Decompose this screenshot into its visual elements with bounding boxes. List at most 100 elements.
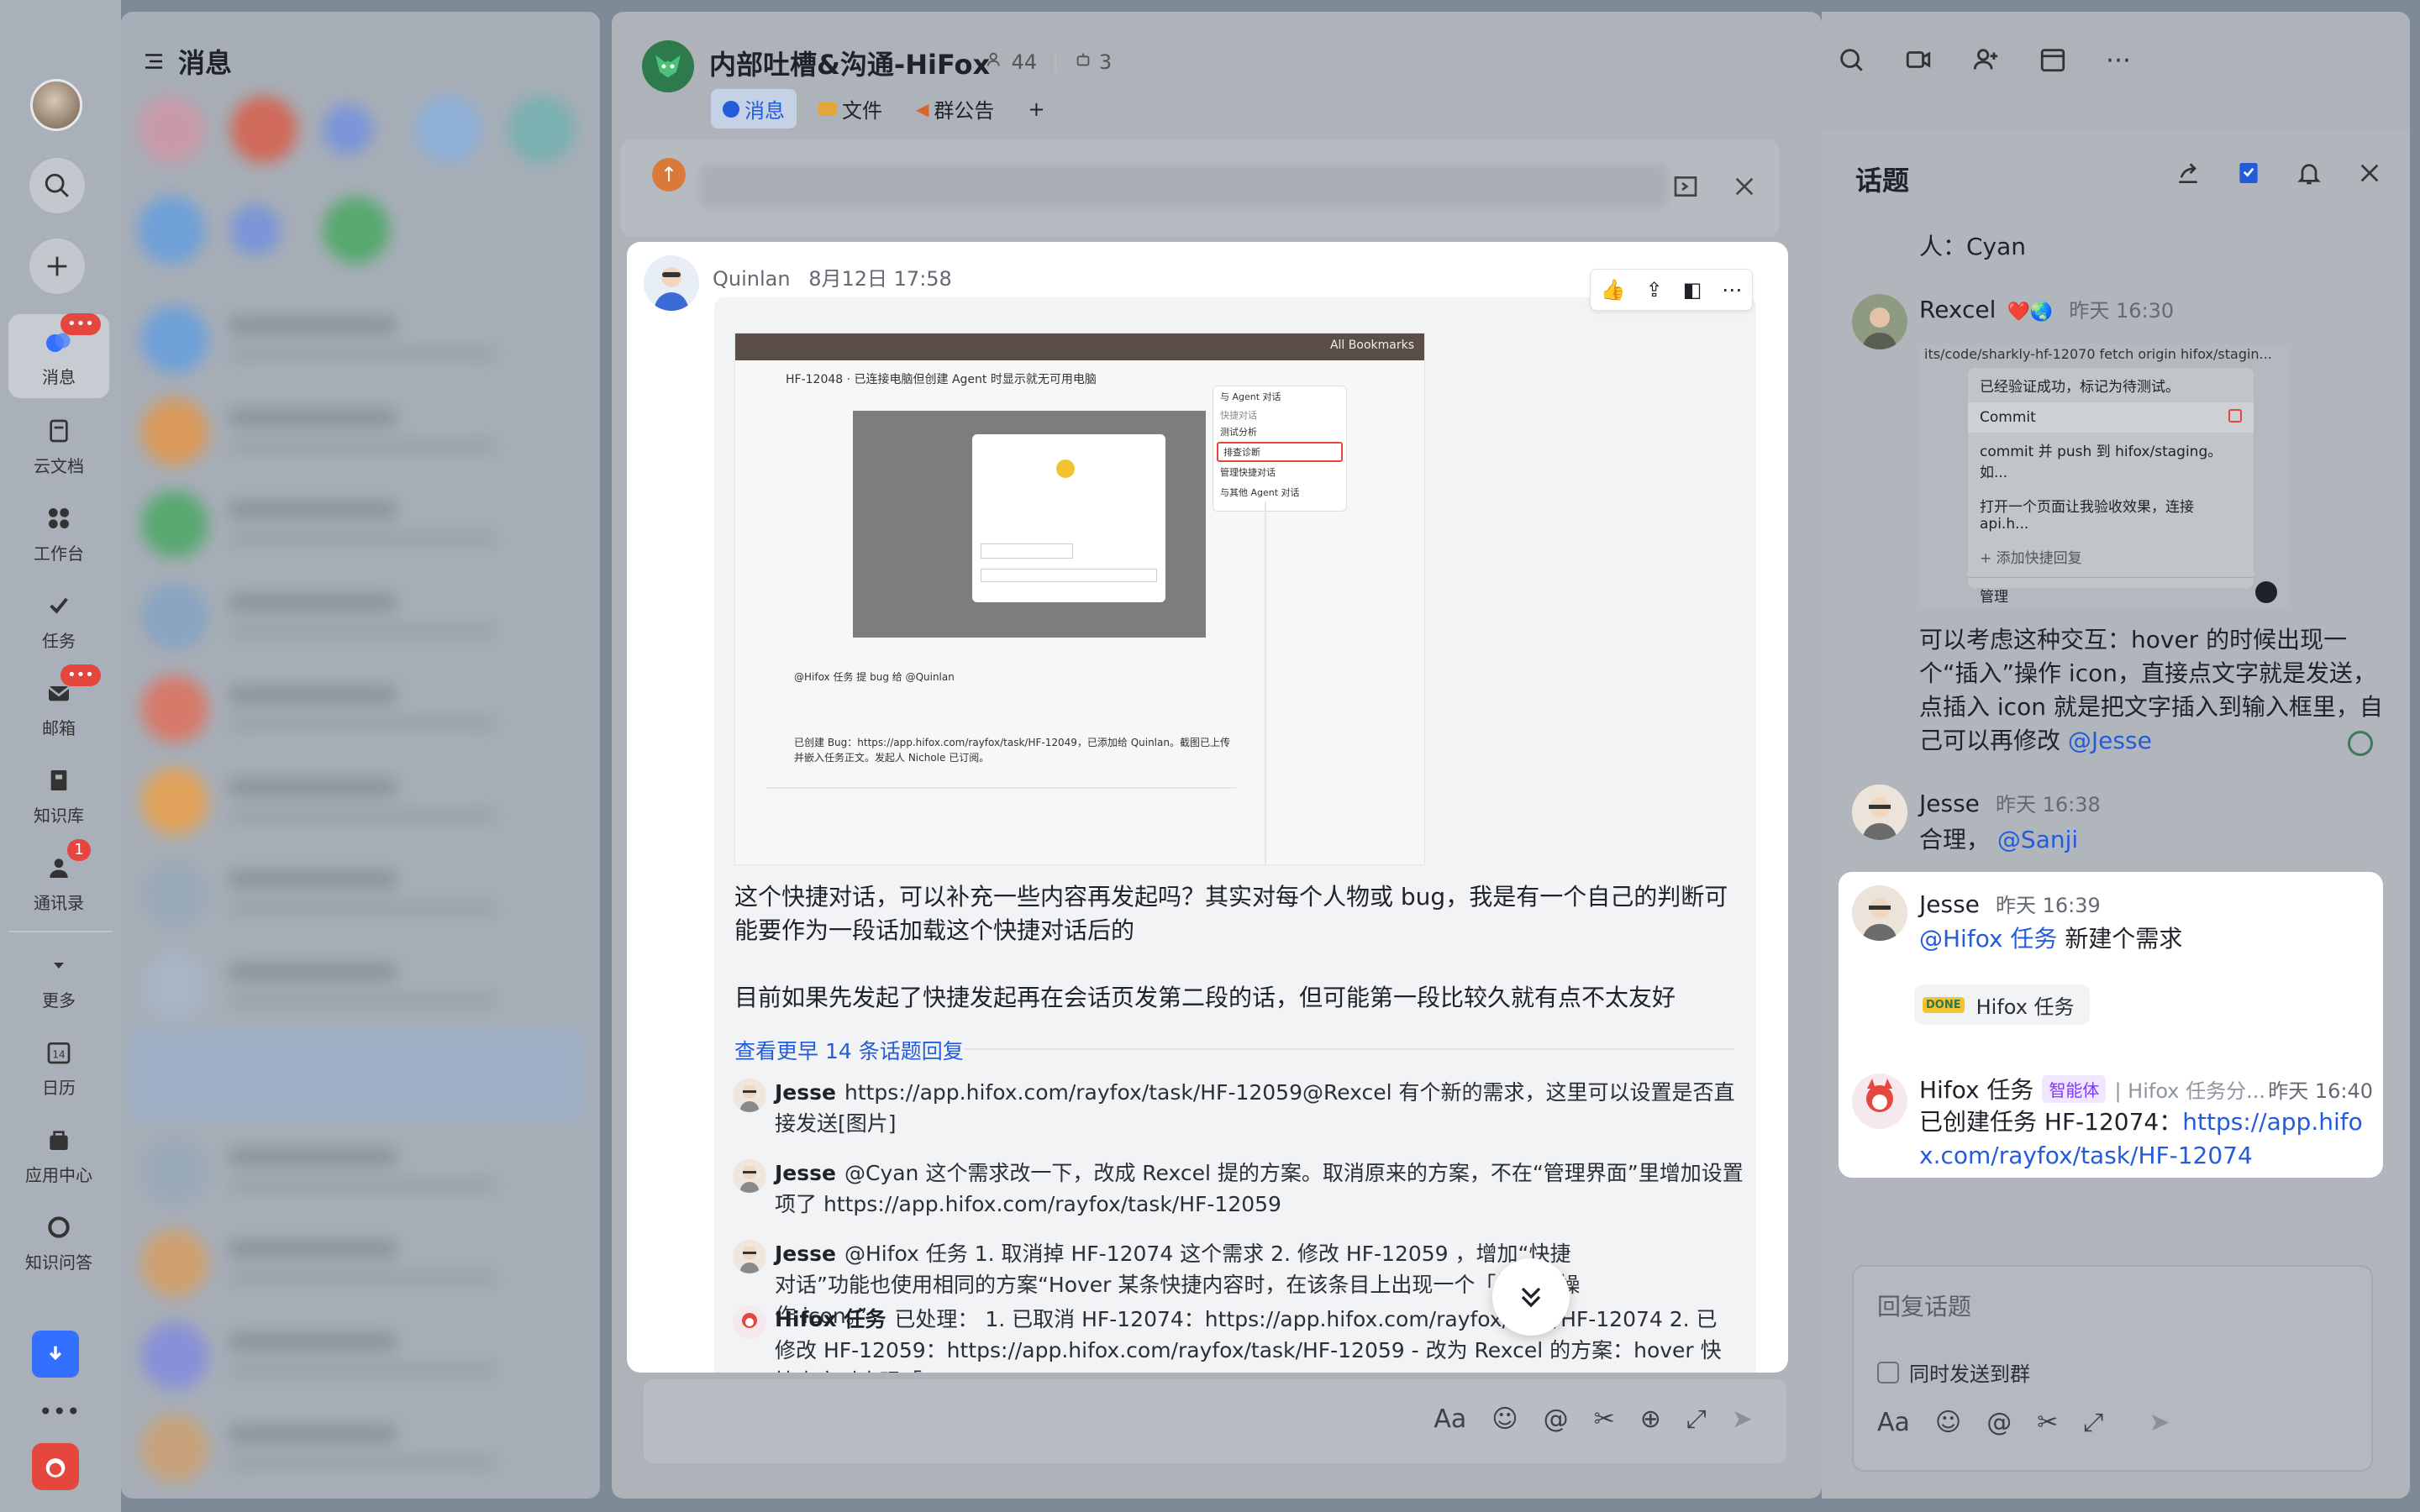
- rail-item-qa[interactable]: 知识问答: [8, 1200, 109, 1284]
- author-name[interactable]: Hifox 任务: [1919, 1072, 2033, 1105]
- pinned-message-bar[interactable]: ↑: [620, 139, 1780, 237]
- rail-item-messages[interactable]: ••• 消息: [8, 312, 109, 398]
- send-icon[interactable]: ➤: [1732, 1404, 1753, 1434]
- close-topic-icon[interactable]: [2356, 160, 2383, 190]
- view-earlier-replies-link[interactable]: 查看更早 14 条话题回复: [734, 1035, 964, 1065]
- screenshot-tab-title: HF-12048 · 已连接电脑但创建 Agent 时显示就无可用电脑: [786, 373, 1097, 386]
- mention-jesse[interactable]: @Jesse: [2068, 727, 2152, 754]
- rail-item-tasks[interactable]: 任务: [8, 578, 109, 662]
- rail-item-app-center[interactable]: 应用中心: [8, 1112, 109, 1196]
- rail-item-workbench[interactable]: 工作台: [8, 491, 109, 575]
- rail-item-more[interactable]: 更多: [8, 937, 109, 1021]
- close-pinned-icon[interactable]: [1731, 173, 1758, 203]
- search-button[interactable]: [29, 158, 85, 213]
- format-text-icon[interactable]: Aa: [1877, 1408, 1910, 1437]
- emoji-icon[interactable]: ☺: [1491, 1404, 1518, 1434]
- message-time: 8月12日 17:58: [808, 267, 952, 291]
- checkbox-icon[interactable]: [1877, 1361, 1899, 1383]
- attached-screenshot[interactable]: All Bookmarks HF-12048 · 已连接电脑但创建 Agent …: [734, 333, 1425, 865]
- scissors-icon[interactable]: ✂: [2037, 1408, 2058, 1437]
- group-avatar[interactable]: [642, 40, 694, 92]
- thread-reply[interactable]: Hifox 任务 已处理： 1. 已取消 HF-12074：https://app…: [733, 1304, 1733, 1373]
- author-name[interactable]: Jesse: [1919, 890, 1980, 918]
- bell-icon[interactable]: [2296, 160, 2323, 190]
- quinlan-avatar[interactable]: [644, 255, 699, 311]
- rexcel-avatar[interactable]: [1852, 294, 1907, 349]
- expand-pinned-icon[interactable]: [1672, 173, 1699, 203]
- fox-logo-icon: [655, 55, 681, 78]
- scissors-icon[interactable]: ✂: [1594, 1404, 1615, 1434]
- jesse-avatar[interactable]: [1852, 785, 1907, 840]
- format-text-icon[interactable]: Aa: [1434, 1404, 1466, 1434]
- topic-partial-text: 人：Cyan: [1919, 233, 2027, 260]
- share-icon[interactable]: ⇪: [1646, 278, 1663, 302]
- expand-icon[interactable]: ⤢: [1686, 1404, 1707, 1434]
- reply-topic-placeholder[interactable]: 回复话题: [1877, 1289, 1971, 1322]
- menu-icon[interactable]: [141, 49, 166, 74]
- bookmark-icon[interactable]: [2235, 160, 2262, 190]
- hifox-task-chip[interactable]: DONE Hifox 任务: [1914, 984, 2090, 1025]
- screenshot-agent-menu: 与 Agent 对话 快捷对话 测试分析 排查诊断 管理快捷对话 与其他 Age…: [1213, 386, 1347, 512]
- mention-icon[interactable]: @: [1544, 1404, 1569, 1434]
- send-icon[interactable]: ➤: [2149, 1408, 2170, 1437]
- thread-reply[interactable]: Jesse https://app.hifox.com/rayfox/task/H…: [733, 1077, 1749, 1139]
- scroll-to-bottom-button[interactable]: [1492, 1258, 1570, 1336]
- mention-sanji[interactable]: @Sanji: [1997, 826, 2078, 853]
- rail-item-docs[interactable]: 云文档: [8, 403, 109, 487]
- calendar-chat-icon[interactable]: [2039, 45, 2067, 77]
- mention-hifox-task[interactable]: @Hifox 任务: [1919, 925, 2057, 953]
- send-to-group-checkbox[interactable]: 同时发送到群: [1877, 1357, 2030, 1387]
- tab-announcements[interactable]: ◀ 群公告: [904, 89, 1006, 129]
- highlighted-topic-messages: Jesse 昨天 16:39 @Hifox 任务 新建个需求 DONE Hifo…: [1839, 872, 2383, 1178]
- doc-icon: [42, 414, 76, 448]
- add-tab-button[interactable]: +: [1016, 92, 1056, 126]
- rexcel-image[interactable]: its/code/sharkly-hf-12070 fetch origin h…: [1919, 344, 2289, 610]
- more-apps-icon[interactable]: •••: [39, 1398, 81, 1425]
- author-name[interactable]: Rexcel: [1919, 296, 1996, 323]
- share-topic-icon[interactable]: [2175, 160, 2202, 190]
- plus-icon: [47, 256, 67, 276]
- add-member-icon[interactable]: [1971, 45, 2000, 77]
- app-logo[interactable]: [32, 1443, 79, 1490]
- reply-icon[interactable]: ◧: [1683, 278, 1702, 302]
- message-text: 这个快捷对话，可以补充一些内容再发起吗？其实对每个人物或 bug，我是有一个自己…: [734, 880, 1743, 1015]
- chat-header: 内部吐槽&沟通-HiFox 44 | 3 消息 文件 ◀ 群公告 +: [612, 12, 1822, 129]
- tab-files[interactable]: 文件: [807, 89, 894, 129]
- add-circle-icon[interactable]: ⊕: [1640, 1404, 1661, 1434]
- bots-count[interactable]: 3: [1074, 50, 1112, 74]
- author-name[interactable]: Jesse: [1919, 790, 1980, 817]
- thread-reply[interactable]: Jesse @Cyan 这个需求改一下，改成 Rexcel 提的方案。取消原来的方…: [733, 1158, 1749, 1220]
- download-button[interactable]: [32, 1331, 79, 1378]
- author-name[interactable]: Quinlan: [713, 267, 791, 291]
- mention-icon[interactable]: @: [1986, 1408, 2012, 1437]
- emoji-icon[interactable]: ☺: [1935, 1408, 1961, 1437]
- thumbs-up-icon[interactable]: 👍: [1601, 278, 1626, 302]
- rexcel-message-text: 可以考虑这种交互：hover 的时候出现一个“插入”操作 icon，直接点文字就…: [1919, 626, 2383, 754]
- more-options-icon[interactable]: ⋯: [1722, 278, 1742, 302]
- messages-badge: •••: [60, 312, 101, 335]
- more-chat-options-icon[interactable]: ⋯: [2106, 45, 2131, 77]
- jesse-avatar[interactable]: [1852, 885, 1907, 941]
- rail-item-mail[interactable]: ••• 邮箱: [8, 664, 109, 749]
- status-emoji: ❤️🌏: [2007, 302, 2054, 323]
- rail-item-contacts[interactable]: 1 通讯录: [8, 838, 109, 924]
- topic-reply-box[interactable]: 回复话题 同时发送到群 Aa ☺ @ ✂ ⤢ ➤: [1852, 1265, 2373, 1472]
- fox-icon: [45, 1458, 66, 1478]
- group-title[interactable]: 内部吐槽&沟通-HiFox: [709, 44, 990, 82]
- search-chat-icon[interactable]: [1837, 45, 1865, 77]
- main-input-toolbar: Aa ☺ @ ✂ ⊕ ⤢ ➤: [1434, 1404, 1753, 1434]
- jesse-avatar: [733, 1079, 766, 1112]
- video-call-icon[interactable]: [1904, 45, 1933, 77]
- tab-messages[interactable]: 消息: [711, 89, 797, 129]
- hifox-bot-avatar[interactable]: [1852, 1074, 1907, 1129]
- add-button[interactable]: [29, 239, 85, 294]
- members-count[interactable]: 44: [986, 50, 1037, 74]
- user-avatar[interactable]: [30, 79, 82, 131]
- rail-item-calendar[interactable]: 14 日历: [8, 1025, 109, 1109]
- rail-item-label: 云文档: [34, 455, 84, 476]
- main-message-input[interactable]: Aa ☺ @ ✂ ⊕ ⤢ ➤: [644, 1379, 1786, 1463]
- rail-item-wiki[interactable]: 知识库: [8, 753, 109, 837]
- members-icon: [986, 52, 1000, 66]
- expand-icon[interactable]: ⤢: [2083, 1408, 2103, 1437]
- screenshot-log-2: 已创建 Bug：https://app.hifox.com/rayfox/tas…: [794, 737, 1230, 764]
